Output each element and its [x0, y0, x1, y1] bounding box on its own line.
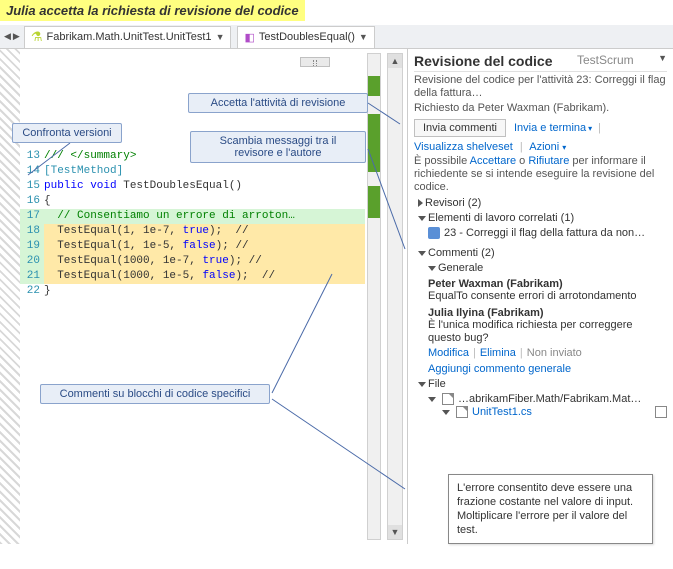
- accept-link[interactable]: Accettare: [470, 155, 516, 167]
- panel-team[interactable]: TestScrum: [577, 53, 634, 69]
- code-line[interactable]: 16{: [20, 194, 365, 209]
- tab-member-label: TestDoublesEqual(): [259, 31, 355, 43]
- comment-tooltip: L'errore consentito deve essere una fraz…: [448, 474, 653, 544]
- callout-accept: Accetta l'attività di revisione: [188, 93, 368, 113]
- code-line[interactable]: 14[TestMethod]: [20, 164, 365, 179]
- code-line[interactable]: 18 TestEqual(1, 1e-7, true); //: [20, 224, 365, 239]
- callout-compare: Confronta versioni: [12, 123, 122, 143]
- minimap[interactable]: [367, 53, 381, 540]
- collapse-icon: [418, 382, 426, 387]
- line-number: 15: [20, 179, 44, 194]
- collapse-icon: [442, 410, 450, 415]
- line-content: TestEqual(1000, 1e-7, true); //: [44, 254, 365, 269]
- callout-exchange: Scambia messaggi tra il revisore e l'aut…: [190, 131, 366, 163]
- file-row[interactable]: UnitTest1.cs: [442, 406, 667, 418]
- line-content: TestEqual(1, 1e-5, false); //: [44, 239, 365, 254]
- file-icon: [442, 393, 454, 405]
- tab-file-label: Fabrikam.Math.UnitTest.UnitTest1: [47, 31, 212, 43]
- line-number: 16: [20, 194, 44, 209]
- add-general-comment-link[interactable]: Aggiungi commento generale: [428, 363, 667, 375]
- delete-comment-link[interactable]: Elimina: [480, 347, 516, 359]
- chevron-down-icon[interactable]: ▼: [658, 53, 667, 69]
- review-description-line1: Revisione del codice per l'attività 23: …: [414, 74, 667, 100]
- line-number: 20: [20, 254, 44, 269]
- chevron-down-icon[interactable]: ▾: [562, 143, 566, 152]
- comments-section[interactable]: Commenti (2): [418, 247, 667, 259]
- line-content: TestEqual(1, 1e-7, true); //: [44, 224, 365, 239]
- line-content: TestEqual(1000, 1e-5, false); //: [44, 269, 365, 284]
- chevron-down-icon: ▼: [359, 32, 368, 42]
- comment-body: È l'unica modifica richiesta per corregg…: [428, 319, 667, 345]
- code-line[interactable]: 15public void TestDoublesEqual(): [20, 179, 365, 194]
- method-icon: ◧: [244, 31, 254, 44]
- code-line[interactable]: 21 TestEqual(1000, 1e-5, false); //: [20, 269, 365, 284]
- comment-action-row: Modifica|Elimina|Non inviato: [428, 347, 667, 359]
- reviewers-section[interactable]: Revisori (2): [418, 197, 667, 209]
- split-handle[interactable]: [300, 57, 330, 67]
- line-number: 22: [20, 284, 44, 299]
- line-number: 18: [20, 224, 44, 239]
- line-number: 13: [20, 149, 44, 164]
- general-comments-group[interactable]: Generale: [428, 262, 667, 274]
- review-description-line2: Richiesto da Peter Waxman (Fabrikam).: [414, 102, 667, 115]
- file-folder-row[interactable]: …abrikamFiber.Math/Fabrikam.Mat…: [428, 393, 667, 405]
- send-and-finish-link[interactable]: Invia e termina: [514, 122, 586, 134]
- title-banner: Julia accetta la richiesta di revisione …: [0, 0, 305, 21]
- files-section[interactable]: File: [418, 378, 667, 390]
- line-content: // Consentiamo un errore di arroton…: [44, 209, 365, 224]
- line-number: 14: [20, 164, 44, 179]
- line-number: 21: [20, 269, 44, 284]
- nav-back-forward[interactable]: ◀▶: [0, 31, 24, 42]
- decline-link[interactable]: Rifiutare: [528, 155, 569, 167]
- collapse-icon: [418, 216, 426, 221]
- chevron-down-icon[interactable]: ▾: [588, 124, 592, 133]
- code-review-panel: Revisione del codice TestScrum ▼ Revisio…: [408, 49, 673, 544]
- code-editor-pane: 13/// </summary>14[TestMethod]15public v…: [0, 49, 408, 544]
- tab-strip: ◀▶ ⚗ Fabrikam.Math.UnitTest.UnitTest1 ▼ …: [0, 25, 673, 49]
- code-area[interactable]: 13/// </summary>14[TestMethod]15public v…: [20, 149, 365, 299]
- tab-file[interactable]: ⚗ Fabrikam.Math.UnitTest.UnitTest1 ▼: [24, 26, 232, 48]
- file-checkbox[interactable]: [655, 406, 667, 418]
- flask-icon: ⚗: [31, 29, 43, 45]
- scroll-down-icon[interactable]: ▼: [388, 525, 402, 539]
- collapse-icon: [418, 251, 426, 256]
- line-content: [TestMethod]: [44, 164, 365, 179]
- comment-author: Peter Waxman (Fabrikam): [428, 278, 667, 290]
- related-work-items-section[interactable]: Elementi di lavoro correlati (1): [418, 212, 667, 224]
- work-item-row[interactable]: 23 - Correggi il flag della fattura da n…: [428, 227, 667, 239]
- scroll-up-icon[interactable]: ▲: [388, 54, 402, 68]
- code-line[interactable]: 22}: [20, 284, 365, 299]
- code-line[interactable]: 17 // Consentiamo un errore di arroton…: [20, 209, 365, 224]
- expand-icon: [418, 199, 423, 207]
- code-line[interactable]: 20 TestEqual(1000, 1e-7, true); //: [20, 254, 365, 269]
- work-item-icon: [428, 227, 440, 239]
- help-text: È possibile Accettare o Rifiutare per in…: [414, 155, 667, 194]
- edit-comment-link[interactable]: Modifica: [428, 347, 469, 359]
- line-number: 19: [20, 239, 44, 254]
- file-path: …abrikamFiber.Math/Fabrikam.Mat…: [458, 393, 641, 405]
- file-name-link[interactable]: UnitTest1.cs: [472, 406, 532, 418]
- unsent-label: Non inviato: [527, 347, 582, 359]
- comment-body: EqualTo consente errori di arrotondament…: [428, 290, 667, 303]
- chevron-down-icon: ▼: [216, 32, 225, 42]
- callout-codecomments: Commenti su blocchi di codice specifici: [40, 384, 270, 404]
- vertical-scrollbar[interactable]: ▲ ▼: [387, 53, 403, 540]
- collapse-icon: [428, 266, 436, 271]
- line-content: {: [44, 194, 365, 209]
- panel-title: Revisione del codice: [414, 53, 553, 69]
- comment-author: Julia Ilyina (Fabrikam): [428, 307, 667, 319]
- file-icon: [456, 406, 468, 418]
- code-line[interactable]: 19 TestEqual(1, 1e-5, false); //: [20, 239, 365, 254]
- line-content: }: [44, 284, 365, 299]
- line-content: public void TestDoublesEqual(): [44, 179, 365, 194]
- collapse-icon: [428, 397, 436, 402]
- view-shelveset-link[interactable]: Visualizza shelveset: [414, 141, 513, 153]
- actions-menu[interactable]: Azioni: [529, 141, 559, 153]
- line-number: 17: [20, 209, 44, 224]
- tab-member[interactable]: ◧ TestDoublesEqual() ▼: [237, 26, 374, 48]
- send-comments-button[interactable]: Invia commenti: [414, 119, 506, 137]
